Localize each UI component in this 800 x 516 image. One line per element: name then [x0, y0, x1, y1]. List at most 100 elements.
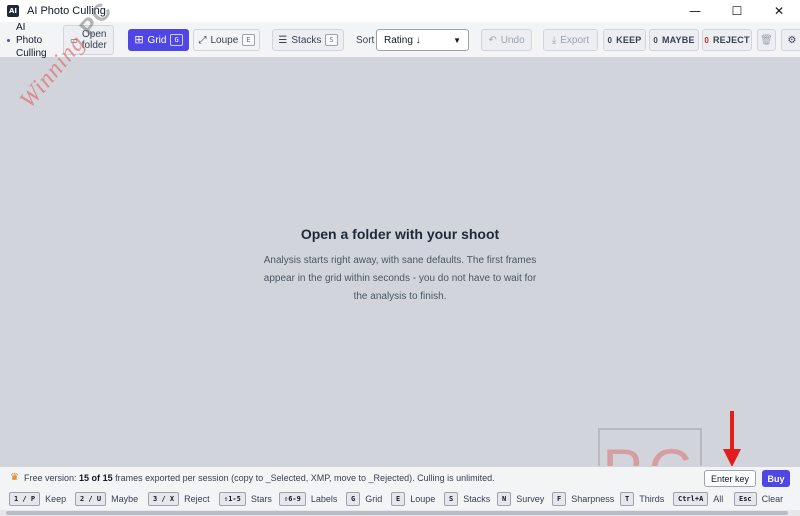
grid-label: Grid — [147, 34, 167, 46]
sort-select[interactable]: Rating ↓ ▼ — [376, 29, 469, 51]
shortcut-key: 3 / X — [148, 492, 180, 506]
window-controls: — ☐ ✕ — [674, 0, 800, 22]
chevron-down-icon: ▼ — [453, 35, 461, 45]
undo-label: Undo — [500, 34, 525, 46]
license-info-text: Free version: 15 of 15 frames exported p… — [24, 473, 495, 483]
shortcut-key: G — [346, 492, 361, 506]
title-bar: AI AI Photo Culling — ☐ ✕ — [0, 0, 800, 22]
brand-line: AI — [16, 21, 26, 33]
stacks-label: Stacks — [291, 34, 322, 46]
shortcut-maybe: 2 / U Maybe — [75, 491, 138, 507]
settings-button[interactable]: ⚙ — [781, 29, 800, 51]
info-prefix: Free version: — [23, 472, 77, 483]
red-arrow-icon — [723, 411, 741, 467]
shortcut-stars: ⇧1-5 Stars — [219, 491, 272, 507]
loupe-label: Loupe — [210, 34, 239, 46]
reject-filter-button[interactable]: 0 REJECT — [702, 29, 752, 51]
shortcut-label: Labels — [310, 494, 338, 504]
shortcut-survey: N Survey — [497, 491, 544, 507]
info-of: of — [91, 472, 101, 483]
expand-icon: ⤢ — [198, 34, 207, 46]
keep-filter-button[interactable]: 0 KEEP — [603, 29, 646, 51]
shortcut-label: Stacks — [463, 494, 491, 504]
horizontal-scrollbar[interactable] — [0, 510, 800, 516]
shortcut-key: S — [444, 492, 459, 506]
shortcut-label: Reject — [184, 494, 210, 504]
shortcut-key: T — [620, 492, 635, 506]
info-suffix: frames exported per session (copy to _Se… — [115, 472, 495, 483]
shortcut-key: F — [552, 492, 567, 506]
stacks-shortcut: S — [325, 34, 338, 46]
sort-label: Sort — [356, 34, 375, 46]
shortcuts-bar: 1 / P Keep 2 / U Maybe 3 / X Reject ⇧1-5 Sta… — [0, 488, 800, 510]
scrollbar-thumb[interactable] — [6, 511, 788, 515]
export-icon: ⤓ — [551, 34, 557, 46]
shortcut-key: E — [391, 492, 406, 506]
reject-label: REJECT — [712, 35, 750, 45]
maximize-icon[interactable]: ☐ — [716, 0, 758, 22]
main-canvas: Open a folder with your shoot Analysis s… — [0, 58, 800, 466]
empty-state-title: Open a folder with your shoot — [300, 226, 500, 242]
buy-button[interactable]: Buy — [762, 470, 790, 487]
brand-name: AI Photo Culling — [16, 21, 47, 60]
shortcut-reject: 3 / X Reject — [148, 491, 210, 507]
trash-icon: 🗑 — [760, 34, 773, 46]
shortcut-label: Maybe — [111, 494, 139, 504]
sort-value: Rating ↓ — [384, 34, 421, 46]
minimize-icon[interactable]: — — [674, 0, 716, 22]
stacks-button[interactable]: ☰ Stacks S — [272, 29, 344, 51]
shortcut-sharpness: F Sharpness — [552, 491, 614, 507]
shortcut-select-all: Ctrl+A All — [673, 491, 723, 507]
shortcut-label: Stars — [250, 494, 272, 504]
brand-line: Photo — [16, 34, 43, 46]
maybe-filter-button[interactable]: 0 MAYBE — [649, 29, 699, 51]
export-total: 15 — [102, 472, 113, 483]
shortcut-label: Loupe — [410, 494, 436, 504]
shortcut-label: Keep — [45, 494, 67, 504]
maybe-label: MAYBE — [661, 35, 695, 45]
reject-count: 0 — [704, 35, 709, 45]
grid-shortcut: G — [170, 34, 183, 46]
enter-key-button[interactable]: Enter key — [704, 470, 756, 487]
tab-loupe[interactable]: ⤢ Loupe E — [193, 29, 260, 51]
shortcut-stacks: S Stacks — [444, 491, 490, 507]
gear-icon: ⚙ — [787, 34, 797, 46]
shortcut-label: Survey — [516, 494, 545, 504]
shortcut-key: Esc — [734, 492, 757, 506]
shortcut-thirds: T Thirds — [620, 491, 664, 507]
shortcut-labels: ⇧6-9 Labels — [279, 491, 337, 507]
undo-icon: ↶ — [488, 34, 497, 46]
keep-count: 0 — [607, 35, 613, 45]
close-icon[interactable]: ✕ — [758, 0, 800, 22]
stack-icon: ☰ — [278, 34, 288, 46]
crown-icon: ♛ — [10, 472, 19, 483]
shortcut-key: ⇧6-9 — [279, 492, 306, 506]
shortcut-key: ⇧1-5 — [219, 492, 246, 506]
grid-icon: ⊞ — [134, 34, 144, 46]
license-info-bar: ♛ Free version: 15 of 15 frames exported… — [0, 466, 800, 488]
maybe-count: 0 — [653, 35, 658, 45]
shortcut-label: All — [713, 494, 724, 504]
shortcut-grid: G Grid — [346, 491, 382, 507]
trash-button[interactable]: 🗑 — [757, 29, 776, 51]
tab-grid[interactable]: ⊞ Grid G — [128, 29, 189, 51]
shortcut-key: 2 / U — [75, 492, 107, 506]
loupe-shortcut: E — [242, 34, 255, 46]
shortcut-keep: 1 / P Keep — [9, 491, 66, 507]
keep-label: KEEP — [616, 35, 642, 45]
brand-dot-icon — [7, 38, 10, 42]
export-button[interactable]: ⤓ Export — [543, 29, 598, 51]
shortcut-key: Ctrl+A — [673, 492, 709, 506]
undo-button[interactable]: ↶ Undo — [481, 29, 532, 51]
app-icon: AI — [7, 5, 19, 17]
export-count: 15 — [79, 472, 90, 483]
toolbar: AI Photo Culling ▭ Open folder ⊞ Grid G … — [0, 21, 800, 60]
shortcut-clear: Esc Clear — [734, 491, 783, 507]
shortcut-key: N — [497, 492, 512, 506]
shortcut-loupe: E Loupe — [391, 491, 435, 507]
shortcut-label: Thirds — [639, 494, 665, 504]
shortcut-label: Sharpness — [571, 494, 615, 504]
shortcut-key: 1 / P — [9, 492, 41, 506]
export-label: Export — [560, 34, 590, 46]
shortcut-label: Grid — [365, 494, 383, 504]
